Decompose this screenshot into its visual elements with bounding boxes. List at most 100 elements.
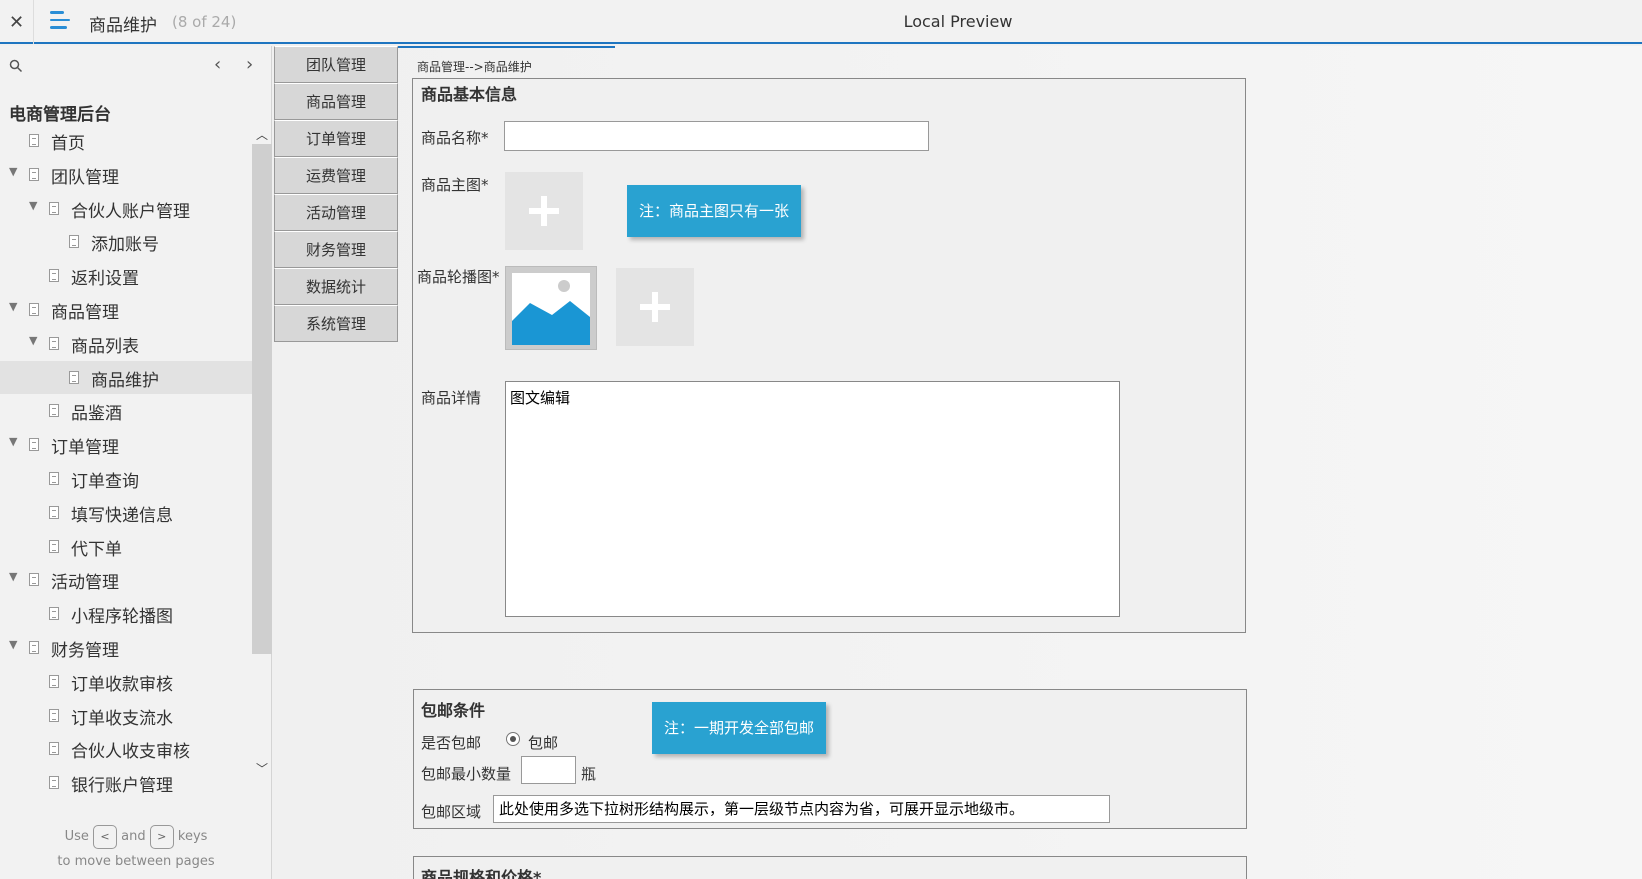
product-name-input[interactable] (504, 121, 929, 151)
sidebar-item-label: 团队管理 (51, 167, 119, 188)
main-image-note: 注：商品主图只有一张 (627, 185, 802, 237)
sidebar-item[interactable]: ▼ 商品列表 (0, 327, 252, 361)
keyboard-hint: Use < and > keys to move between pages (0, 824, 272, 874)
shipping-region-select[interactable]: 此处使用多选下拉树形结构展示，第一层级节点内容为省，可展开显示地级市。 (493, 795, 1110, 823)
sidebar-item-label: 银行账户管理 (71, 776, 173, 797)
page-icon (49, 539, 59, 553)
min-quantity-label: 包邮最小数量 (421, 765, 512, 783)
carousel-add-button[interactable] (616, 268, 694, 346)
page-icon (29, 640, 39, 654)
scroll-thumb[interactable] (252, 144, 272, 654)
expand-arrow-icon[interactable]: ▼ (9, 435, 17, 448)
basic-info-panel: 商品基本信息 商品名称* 商品主图* 注：商品主图只有一张 商品轮播图* 商品详… (412, 78, 1246, 633)
module-menu-button[interactable]: 订单管理 (274, 120, 398, 157)
sidebar-item-label: 首页 (51, 134, 85, 154)
module-menu-button[interactable]: 运费管理 (274, 157, 398, 194)
sidebar-item-label: 商品管理 (51, 302, 119, 323)
chevron-down-icon[interactable]: ﹀ (256, 760, 268, 777)
module-menu-button[interactable]: 数据统计 (274, 268, 398, 305)
page-icon (49, 674, 59, 688)
module-menu-button[interactable]: 商品管理 (274, 83, 398, 120)
main-image-upload-button[interactable] (505, 172, 583, 250)
module-menu-button[interactable]: 团队管理 (274, 46, 398, 83)
close-icon: ✕ (8, 11, 25, 33)
sidebar-item-label: 活动管理 (51, 573, 119, 594)
shipping-title: 包邮条件 (421, 701, 486, 720)
sidebar-scrollbar[interactable]: ︿ ﹀ (252, 124, 272, 784)
product-name-label: 商品名称* (421, 129, 489, 147)
sidebar-item[interactable]: 订单查询 (0, 462, 252, 496)
free-shipping-radio[interactable] (506, 732, 520, 746)
sidebar-item[interactable]: ▼ 订单管理 (0, 428, 252, 462)
min-quantity-input[interactable] (521, 756, 576, 784)
sidebar-item[interactable]: 合伙人收支审核 (0, 732, 252, 766)
page-icon (29, 573, 39, 587)
sidebar: ‹ › 电商管理后台 首页 ▼ 团队管理 ▼ 合伙人账户管理 添加账号 返利设置 ▼ 商品管理 ▼… (0, 46, 272, 879)
detail-editor[interactable]: 图文编辑 (505, 381, 1120, 617)
sidebar-item[interactable]: 商品维护 (0, 360, 252, 395)
sidebar-item[interactable]: 订单收款审核 (0, 665, 252, 699)
hint-text-keys: keys (177, 829, 208, 844)
expand-arrow-icon[interactable]: ▼ (9, 570, 17, 583)
hint-line2: to move between pages (57, 854, 215, 869)
page-icon (49, 742, 59, 756)
top-bar: ✕ 商品维护 (8 of 24) Local Preview (0, 0, 1642, 44)
shipping-region-label: 包邮区域 (421, 803, 482, 821)
search-icon[interactable] (9, 59, 23, 73)
sidebar-item[interactable]: 品鉴酒 (0, 394, 252, 428)
shipping-note: 注：一期开发全部包邮 (652, 702, 827, 754)
sidebar-item[interactable]: 订单收支流水 (0, 699, 252, 733)
module-menu-button[interactable]: 财务管理 (274, 231, 398, 268)
sidebar-item[interactable]: 添加账号 (0, 225, 252, 259)
chevron-up-icon[interactable]: ︿ (256, 126, 268, 143)
page-icon (49, 471, 59, 485)
carousel-image-thumbnail[interactable] (505, 266, 597, 350)
page-icon (29, 134, 39, 147)
sidebar-item[interactable]: 首页 (0, 124, 252, 158)
sidebar-item[interactable]: 填写快递信息 (0, 496, 252, 530)
image-icon (512, 273, 590, 345)
page-count: (8 of 24) (172, 13, 237, 31)
breadcrumb: 商品管理-->商品维护 (417, 60, 532, 74)
page-icon (69, 370, 79, 384)
expand-arrow-icon[interactable]: ▼ (29, 334, 37, 347)
module-menu-button[interactable]: 系统管理 (274, 305, 398, 342)
sidebar-item-label: 添加账号 (91, 235, 159, 256)
hamburger-menu-icon[interactable] (50, 11, 72, 33)
chevron-left-icon[interactable]: ‹ (214, 54, 221, 75)
sidebar-item-label: 商品列表 (71, 336, 139, 357)
close-button[interactable]: ✕ (0, 0, 34, 44)
sidebar-item[interactable]: 返利设置 (0, 259, 252, 293)
sidebar-item-label: 合伙人账户管理 (71, 201, 190, 222)
sidebar-item[interactable]: 小程序轮播图 (0, 597, 252, 631)
free-shipping-option-label: 包邮 (528, 734, 559, 752)
preview-title: Local Preview (903, 12, 1013, 31)
page-title: 商品维护 (89, 16, 157, 36)
expand-arrow-icon[interactable]: ▼ (9, 638, 17, 651)
expand-arrow-icon[interactable]: ▼ (29, 199, 37, 212)
sidebar-item[interactable]: 银行账户管理 (0, 766, 252, 800)
chevron-right-icon[interactable]: › (246, 54, 253, 75)
sidebar-item[interactable]: ▼ 财务管理 (0, 631, 252, 665)
quantity-unit: 瓶 (581, 765, 597, 783)
sidebar-item[interactable]: ▼ 合伙人账户管理 (0, 192, 252, 226)
sidebar-item[interactable]: ▼ 活动管理 (0, 563, 252, 597)
sidebar-item[interactable]: ▼ 团队管理 (0, 158, 252, 192)
sidebar-item[interactable]: 代下单 (0, 530, 252, 564)
page-icon (49, 201, 59, 215)
sidebar-item-label: 订单查询 (71, 471, 139, 492)
page-icon (49, 505, 59, 519)
detail-label: 商品详情 (421, 389, 482, 407)
key-next: > (149, 824, 174, 849)
sidebar-item-label: 合伙人收支审核 (71, 742, 190, 763)
carousel-label: 商品轮播图* (417, 268, 500, 286)
key-prev: < (93, 824, 117, 849)
hint-text-use: Use (64, 829, 89, 844)
sidebar-item-label: 财务管理 (51, 640, 119, 661)
tree-root-label: 电商管理后台 (9, 105, 111, 125)
sidebar-item-label: 返利设置 (71, 269, 139, 290)
sidebar-item[interactable]: ▼ 商品管理 (0, 293, 252, 327)
expand-arrow-icon[interactable]: ▼ (9, 165, 17, 178)
module-menu-button[interactable]: 活动管理 (274, 194, 398, 231)
expand-arrow-icon[interactable]: ▼ (9, 300, 17, 313)
